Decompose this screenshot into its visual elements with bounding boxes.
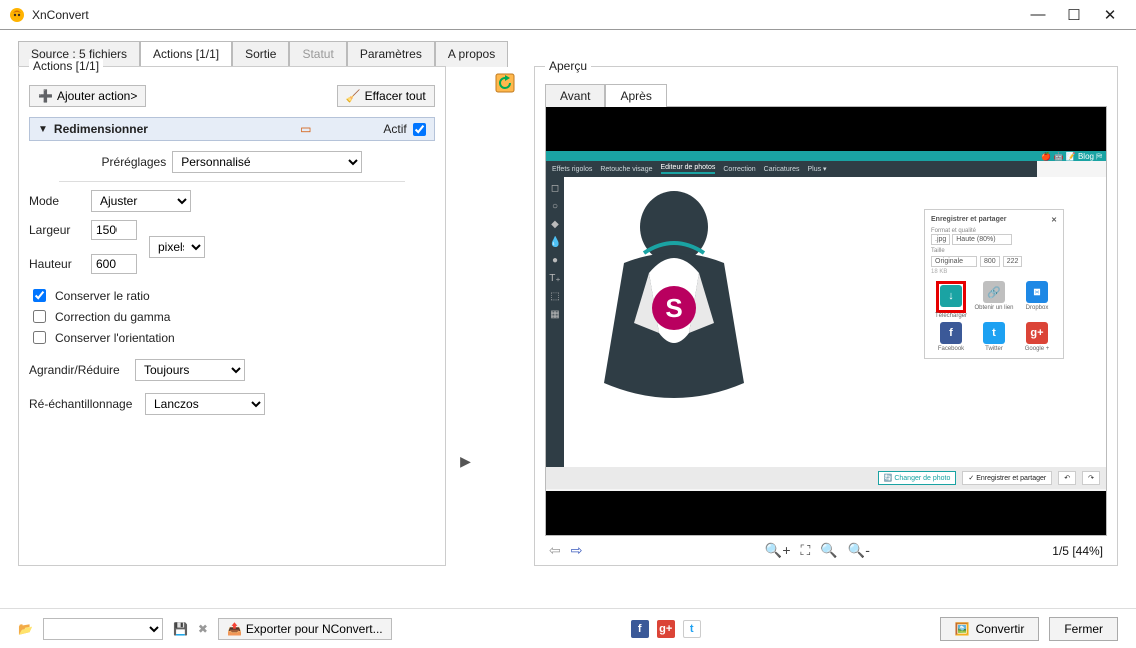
keep-ratio-checkbox[interactable] (33, 289, 46, 302)
add-action-button[interactable]: ➕ Ajouter action> (29, 85, 146, 107)
titlebar: XnConvert — ☐ ✕ (0, 0, 1136, 30)
minimize-button[interactable]: — (1020, 3, 1056, 27)
resample-label: Ré-échantillonnage (29, 397, 139, 411)
window-title: XnConvert (32, 8, 1020, 22)
twitter-icon[interactable]: t (683, 620, 701, 638)
presets-label: Préréglages (102, 155, 167, 169)
clear-all-button[interactable]: 🧹 Effacer tout (337, 85, 435, 107)
preview-area: 🍎 🤖 📝 Blog ⛿ Effets rigolos Retouche vis… (545, 106, 1107, 536)
preset-select[interactable] (43, 618, 163, 640)
tab-after[interactable]: Après (605, 84, 666, 107)
keep-ratio-label: Conserver le ratio (55, 289, 150, 303)
maximize-button[interactable]: ☐ (1056, 3, 1092, 27)
gamma-label: Correction du gamma (55, 310, 170, 324)
zoom-100-button[interactable]: 🔍 (820, 542, 837, 559)
gamma-checkbox[interactable] (33, 310, 46, 323)
app-icon (8, 6, 26, 24)
presets-select[interactable]: Personnalisé (172, 151, 362, 173)
action-item-name: Redimensionner (54, 122, 294, 136)
export-nconvert-button[interactable]: 📤 Exporter pour NConvert... (218, 618, 392, 640)
enlarge-label: Agrandir/Réduire (29, 363, 129, 377)
facebook-icon[interactable]: f (631, 620, 649, 638)
collapse-icon: ▼ (38, 124, 48, 135)
active-label: Actif (383, 122, 406, 136)
preview-panel: Aperçu Avant Après 🍎 🤖 📝 Blog ⛿ Effets r… (534, 66, 1118, 566)
active-checkbox[interactable] (413, 123, 426, 136)
tab-status[interactable]: Statut (289, 41, 346, 67)
popup-close-icon: ✕ (1051, 216, 1057, 224)
editor-menubar: Effets rigolos Retouche visage Editeur d… (546, 161, 1037, 177)
plus-icon: ➕ (38, 89, 53, 103)
close-window-button[interactable]: ✕ (1092, 3, 1128, 27)
preview-refresh-icon[interactable] (485, 66, 524, 596)
convert-icon: 🖼️ (955, 622, 970, 636)
width-input[interactable] (91, 220, 137, 240)
save-share-popup: Enregistrer et partager✕ Format et quali… (924, 209, 1064, 359)
action-item-header[interactable]: ▼ Redimensionner ▭ Actif (29, 117, 435, 141)
tab-about[interactable]: A propos (435, 41, 508, 67)
actions-panel-title: Actions [1/1] (29, 59, 103, 73)
convert-button[interactable]: 🖼️ Convertir (940, 617, 1040, 641)
delete-preset-icon[interactable]: ✖ (198, 622, 208, 636)
separator (59, 181, 405, 182)
resample-select[interactable]: Lanczos (145, 393, 265, 415)
editor-sidebar: ◻○◆💧●T₊⬚▦ (546, 177, 564, 467)
svg-text:S: S (665, 293, 682, 323)
open-folder-icon[interactable]: 📂 (18, 622, 33, 636)
enlarge-select[interactable]: Toujours (135, 359, 245, 381)
prev-button[interactable]: ⇦ (549, 542, 561, 559)
mode-label: Mode (29, 194, 85, 208)
preview-status: 1/5 [44%] (1052, 544, 1103, 558)
expand-arrow-icon[interactable]: ▶ (456, 66, 475, 596)
height-input[interactable] (91, 254, 137, 274)
height-label: Hauteur (29, 257, 85, 271)
mode-select[interactable]: Ajuster (91, 190, 191, 212)
actions-panel: Actions [1/1] ➕ Ajouter action> 🧹 Efface… (18, 66, 446, 566)
tab-output[interactable]: Sortie (232, 41, 289, 67)
save-preset-icon[interactable]: 💾 (173, 622, 188, 636)
zoom-in-button[interactable]: 🔍+ (765, 542, 791, 559)
zoom-out-button[interactable]: 🔍- (848, 542, 870, 559)
tab-actions[interactable]: Actions [1/1] (140, 41, 232, 67)
social-links: f g+ t (631, 620, 701, 638)
orientation-label: Conserver l'orientation (55, 331, 175, 345)
export-icon: 📤 (227, 622, 242, 636)
preview-image: 🍎 🤖 📝 Blog ⛿ Effets rigolos Retouche vis… (546, 151, 1106, 491)
window-buttons: — ☐ ✕ (1020, 3, 1128, 27)
preview-title: Aperçu (545, 59, 591, 73)
googleplus-icon[interactable]: g+ (657, 620, 675, 638)
orientation-checkbox[interactable] (33, 331, 46, 344)
unit-select[interactable]: pixels (149, 236, 205, 258)
next-button[interactable]: ⇨ (571, 542, 583, 559)
tab-before[interactable]: Avant (545, 84, 605, 107)
tab-params[interactable]: Paramètres (347, 41, 435, 67)
width-label: Largeur (29, 223, 85, 237)
bottom-bar: 📂 💾 ✖ 📤 Exporter pour NConvert... f g+ t… (0, 608, 1136, 648)
zoom-fit-button[interactable]: ⛶ (801, 542, 811, 559)
close-button[interactable]: Fermer (1049, 617, 1118, 641)
remove-action-icon[interactable]: ▭ (300, 122, 311, 136)
clear-icon: 🧹 (346, 89, 361, 103)
